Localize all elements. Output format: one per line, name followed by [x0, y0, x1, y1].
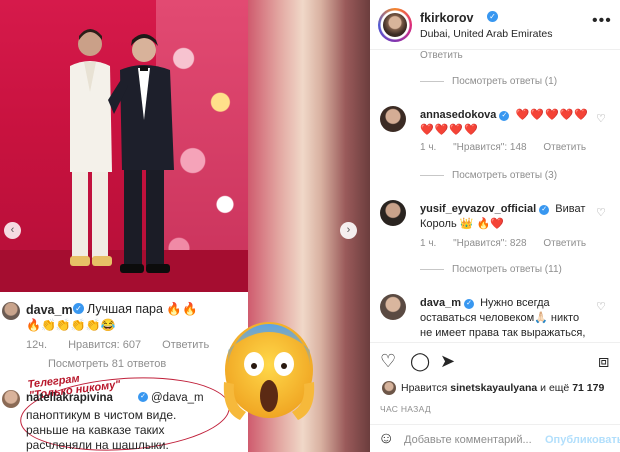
publish-button[interactable]: Опубликовать	[545, 434, 620, 446]
comment-line: раньше на кавказе таких	[26, 423, 165, 437]
avatar[interactable]	[2, 302, 20, 320]
man-in-tuxedo	[108, 34, 174, 273]
like-comment-heart-icon[interactable]: ♡	[596, 206, 606, 219]
avatar[interactable]	[380, 294, 406, 320]
reply-button[interactable]: Ответить	[543, 238, 586, 249]
verified-badge-icon: ✓	[539, 205, 550, 215]
author-avatar[interactable]	[378, 8, 412, 42]
comment-username[interactable]: annasedokova	[420, 109, 496, 121]
likes-summary: Нравится sinetskayaulyana и ещё 71 179	[370, 380, 620, 400]
left-comment-dava: dava_m ✓ Лучшая пара 🔥🔥 🔥👏👏👏👏😂 12ч. Нрав…	[0, 296, 248, 370]
avatar[interactable]	[2, 390, 20, 408]
post-location[interactable]: Dubai, United Arab Emirates	[420, 28, 552, 40]
screaming-face-emoji-icon	[223, 322, 315, 420]
emoji-picker-icon[interactable]: ☺	[378, 430, 394, 448]
comment-emojis: 🔥👏👏👏👏😂	[26, 318, 116, 332]
reply-button[interactable]: Ответить	[543, 142, 586, 153]
carousel-prev-button[interactable]: ‹	[4, 222, 21, 239]
left-collage: ‹ dava_m ✓ Лучшая пара 🔥🔥 🔥👏👏👏👏😂 12ч. Нр…	[0, 0, 248, 452]
comment-meta: 12ч. Нравится: 607 Ответить	[26, 339, 227, 351]
comment-meta: 1 ч. "Нравится": 828 Ответить	[420, 238, 600, 249]
comment-meta: 1 ч. "Нравится": 148 Ответить	[420, 142, 600, 153]
verified-badge-icon: ✓	[464, 299, 475, 309]
verified-badge-icon: ✓	[499, 111, 510, 121]
post-photo: ‹	[0, 0, 248, 292]
post-header: fkirkorov ✓ Dubai, United Arab Emirates …	[370, 0, 620, 50]
like-comment-heart-icon[interactable]: ♡	[596, 112, 606, 125]
more-icon[interactable]: •••	[592, 12, 612, 30]
comment-likes[interactable]: Нравится: 607	[68, 339, 141, 351]
comment-text: Лучшая пара 🔥🔥	[87, 302, 198, 316]
view-replies-button[interactable]: Посмотреть ответы (1)	[420, 76, 557, 87]
add-comment-bar: ☺ Добавьте комментарий... Опубликовать	[370, 424, 620, 452]
comment-body: yusif_eyvazov_official ✓ Виват Король 👑 …	[420, 202, 590, 232]
comment-body: annasedokova ✓ ❤️❤️❤️❤️❤️❤️❤️❤️❤️	[420, 108, 590, 138]
instagram-post-panel: fkirkorov ✓ Dubai, United Arab Emirates …	[370, 0, 620, 452]
carousel-next-button[interactable]: ›	[340, 222, 357, 239]
comment-username[interactable]: natellakrapivina	[26, 392, 113, 404]
comment-body: dava_m ✓ Нужно всегда оставаться человек…	[420, 296, 590, 342]
comment-mention[interactable]: @dava_m	[151, 392, 204, 404]
comment-username[interactable]: dava_m	[26, 303, 73, 317]
verified-badge-icon: ✓	[487, 11, 498, 22]
comment-time: 12ч.	[26, 339, 48, 351]
comment-username[interactable]: yusif_eyvazov_official	[420, 203, 536, 215]
share-icon[interactable]: ➤	[440, 351, 455, 371]
comment-username[interactable]: dava_m	[420, 297, 461, 309]
view-replies-button[interactable]: Посмотреть ответы (11)	[420, 264, 562, 275]
heart-icon[interactable]: ♡	[380, 351, 396, 371]
avatar[interactable]	[380, 200, 406, 226]
comment-likes[interactable]: "Нравится": 148	[453, 142, 526, 153]
left-comment-natella: Телеграм "Только никому" natellakrapivin…	[0, 370, 248, 452]
avatar[interactable]	[380, 106, 406, 132]
comment-time: 1 ч.	[420, 142, 437, 153]
comment-line: расчленяли на шашлыки.	[26, 438, 169, 452]
comment-icon[interactable]: ◯	[410, 351, 430, 371]
like-comment-heart-icon[interactable]: ♡	[596, 300, 606, 313]
reply-button[interactable]: Ответить	[420, 50, 463, 61]
comment-line: паноптикум в чистом виде.	[26, 408, 177, 422]
likes-text[interactable]: Нравится sinetskayaulyana и ещё 71 179	[401, 382, 604, 394]
author-username[interactable]: fkirkorov	[420, 11, 474, 25]
avatar[interactable]	[382, 381, 396, 395]
comment-likes[interactable]: "Нравится": 828	[453, 238, 526, 249]
post-actions-bar: ♡ ◯ ➤ ⧈	[370, 342, 620, 382]
bookmark-icon[interactable]: ⧈	[598, 351, 609, 371]
verified-badge-icon: ✓	[73, 303, 84, 314]
verified-badge-icon: ✓	[138, 392, 148, 402]
reply-button[interactable]: Ответить	[162, 339, 209, 351]
comment-time: 1 ч.	[420, 238, 437, 249]
post-timestamp[interactable]: ЧАС НАЗАД	[380, 404, 431, 414]
view-replies-button[interactable]: Посмотреть ответы (3)	[420, 170, 557, 181]
comments-list: Ответить Посмотреть ответы (1) annasedok…	[370, 50, 620, 342]
comment-input[interactable]: Добавьте комментарий...	[404, 434, 532, 446]
